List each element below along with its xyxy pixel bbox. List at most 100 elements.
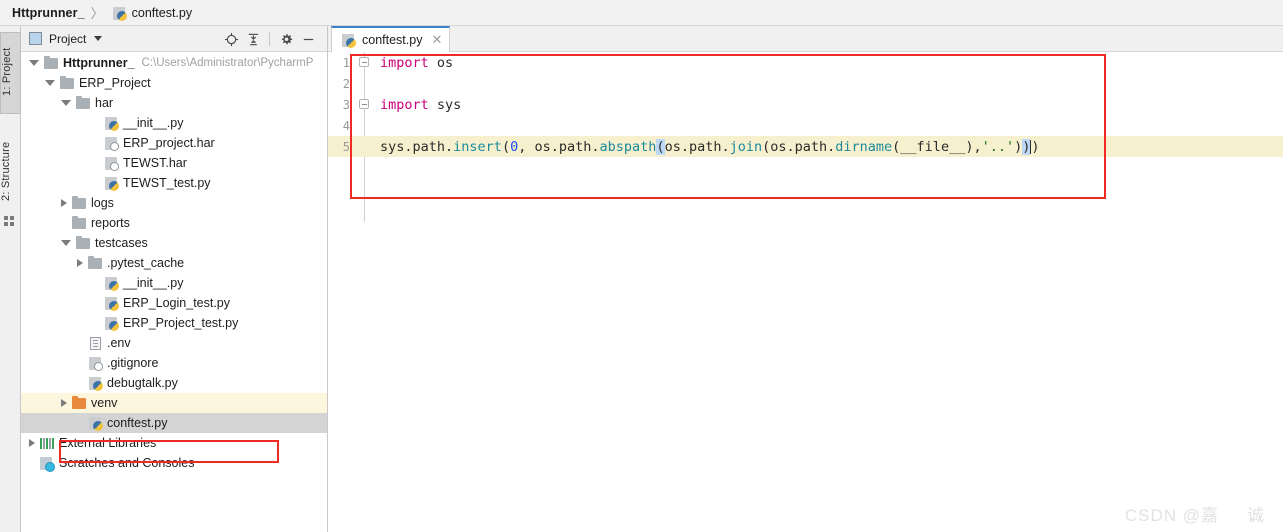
tree-item-erp-login-test-py[interactable]: ERP_Login_test.py (21, 293, 327, 313)
watermark: CSDN @嘉 诚 (1125, 501, 1265, 526)
tree-item-env[interactable]: .env (21, 333, 327, 353)
tree-item-label: conftest.py (107, 416, 168, 430)
chevron-right-icon[interactable] (61, 199, 67, 207)
locate-target-icon[interactable] (220, 28, 242, 50)
collapse-all-icon[interactable] (242, 28, 264, 50)
line-number: 5 (342, 139, 350, 154)
code-line[interactable]: 3 import sys (328, 94, 1283, 115)
editor-area: conftest.py ✕ 1 import os 2 3 import sys (328, 26, 1283, 532)
tree-item-conftest-py[interactable]: conftest.py (21, 413, 327, 433)
tree-item-label: venv (91, 396, 118, 410)
python-file-icon (103, 175, 119, 191)
code-editor[interactable]: 1 import os 2 3 import sys 4 5 sys.path.… (328, 52, 1283, 532)
close-icon[interactable]: ✕ (431, 34, 442, 47)
tree-item-init-py[interactable]: __init__.py (21, 273, 327, 293)
breadcrumb-separator-icon: 〉 (90, 7, 104, 22)
matching-bracket-left: ( (656, 138, 665, 155)
code-line-current[interactable]: 5 sys.path.insert(0, os.path.abspath(os.… (328, 136, 1283, 157)
tree-item-label: reports (91, 216, 130, 230)
tree-item-label: logs (91, 196, 114, 210)
tree-item-init-py[interactable]: __init__.py (21, 113, 327, 133)
tree-item-label: .env (107, 336, 131, 350)
code-line[interactable]: 1 import os (328, 52, 1283, 73)
code-token: ) (1014, 138, 1023, 155)
tree-item-erp-project-har[interactable]: ERP_project.har (21, 133, 327, 153)
line-number: 3 (342, 97, 350, 112)
code-token: os.path. (664, 138, 730, 155)
gear-icon[interactable] (275, 28, 297, 50)
tree-item-logs[interactable]: logs (21, 193, 327, 213)
project-panel-title-group[interactable]: Project (21, 31, 103, 46)
har-file-icon (103, 155, 119, 171)
breadcrumb-root[interactable]: Httprunner_ (12, 6, 85, 20)
chevron-down-icon[interactable] (45, 80, 55, 86)
folder-icon (71, 215, 87, 231)
tree-item-debugtalk-py[interactable]: debugtalk.py (21, 373, 327, 393)
line-number: 4 (342, 118, 350, 133)
chevron-down-icon[interactable] (61, 240, 71, 246)
folder-icon (43, 55, 59, 71)
tree-item-gitignore[interactable]: .gitignore (21, 353, 327, 373)
code-token: ) (1031, 138, 1040, 155)
matching-bracket-right: ) (1022, 138, 1031, 155)
watermark-left: CSDN @嘉 (1124, 506, 1219, 525)
code-line[interactable]: 2 (328, 73, 1283, 94)
tree-item-httprunner[interactable]: Httprunner_ C:\Users\Administrator\Pychar… (21, 53, 327, 73)
tree-item-testcases[interactable]: testcases (21, 233, 327, 253)
project-tool-window: Project Httprunner_ C:\Users\Administrat… (21, 26, 328, 532)
editor-tab-conftest[interactable]: conftest.py ✕ (331, 26, 451, 52)
tree-item-label: TEWST.har (123, 156, 187, 170)
toolbar-divider (269, 32, 270, 46)
tree-item-pytest-cache[interactable]: .pytest_cache (21, 253, 327, 273)
project-panel-title: Project (49, 31, 87, 46)
chevron-right-icon[interactable] (29, 439, 35, 447)
pycharm-window: Httprunner_ 〉 conftest.py 1: Project 2: … (0, 0, 1283, 532)
sidebar-tab-project[interactable]: 1: Project (0, 32, 21, 114)
tree-item-label: ERP_Project (79, 76, 151, 90)
tree-item-label: har (95, 96, 114, 110)
folder-icon (59, 75, 75, 91)
tree-item-reports[interactable]: reports (21, 213, 327, 233)
tree-item-venv[interactable]: venv (21, 393, 327, 413)
tree-item-har[interactable]: har (21, 93, 327, 113)
tree-item-tewst-har[interactable]: TEWST.har (21, 153, 327, 173)
tree-item-tewst-test-py[interactable]: TEWST_test.py (21, 173, 327, 193)
chevron-down-icon[interactable] (61, 100, 71, 106)
breadcrumb-file[interactable]: conftest.py (132, 6, 192, 20)
code-text: import sys (374, 97, 461, 113)
chevron-right-icon[interactable] (61, 399, 67, 407)
line-number: 2 (342, 76, 350, 91)
chevron-down-icon[interactable] (94, 36, 103, 41)
python-file-icon (103, 115, 119, 131)
tree-item-label: .gitignore (107, 356, 159, 370)
chevron-down-icon[interactable] (29, 60, 39, 66)
sidebar-tab-structure[interactable]: 2: Structure (0, 126, 21, 219)
watermark-right: 诚 (1247, 506, 1265, 525)
fold-marker-icon[interactable] (356, 52, 374, 73)
tree-item-scratches-and-consoles[interactable]: Scratches and Consoles (21, 453, 327, 473)
code-token: sys (380, 138, 405, 155)
line-number: 1 (342, 55, 350, 70)
python-file-icon (87, 375, 103, 391)
code-text: import os (374, 55, 453, 71)
tree-item-external-libraries[interactable]: External Libraries (21, 433, 327, 453)
tree-item-erp-project[interactable]: ERP_Project (21, 73, 327, 93)
chevron-right-icon[interactable] (77, 259, 83, 267)
breadcrumb: Httprunner_ 〉 conftest.py (0, 0, 1283, 26)
fold-marker-icon[interactable] (356, 94, 374, 115)
tree-item-erp-project-test-py[interactable]: ERP_Project_test.py (21, 313, 327, 333)
project-tree[interactable]: Httprunner_ C:\Users\Administrator\Pychar… (21, 53, 327, 531)
minimize-icon[interactable] (297, 28, 319, 50)
code-line[interactable]: 4 (328, 115, 1283, 136)
module-name: os (428, 54, 454, 71)
tree-item-path-note: C:\Users\Administrator\PycharmP (141, 57, 314, 69)
